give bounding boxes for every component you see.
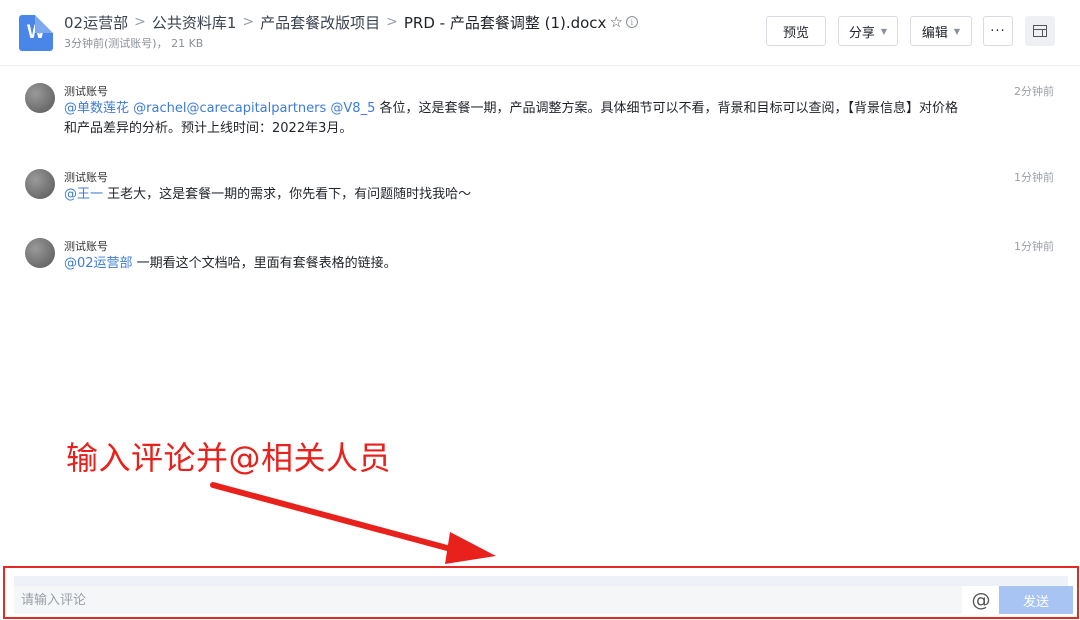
comment-input-area: @ 发送 [3, 566, 1079, 619]
comment-input[interactable] [14, 586, 962, 614]
annotation-arrow-icon [210, 482, 496, 564]
send-button[interactable]: 发送 [999, 586, 1073, 614]
input-top-strip [14, 576, 1068, 586]
mention-at-button[interactable]: @ [968, 586, 994, 614]
